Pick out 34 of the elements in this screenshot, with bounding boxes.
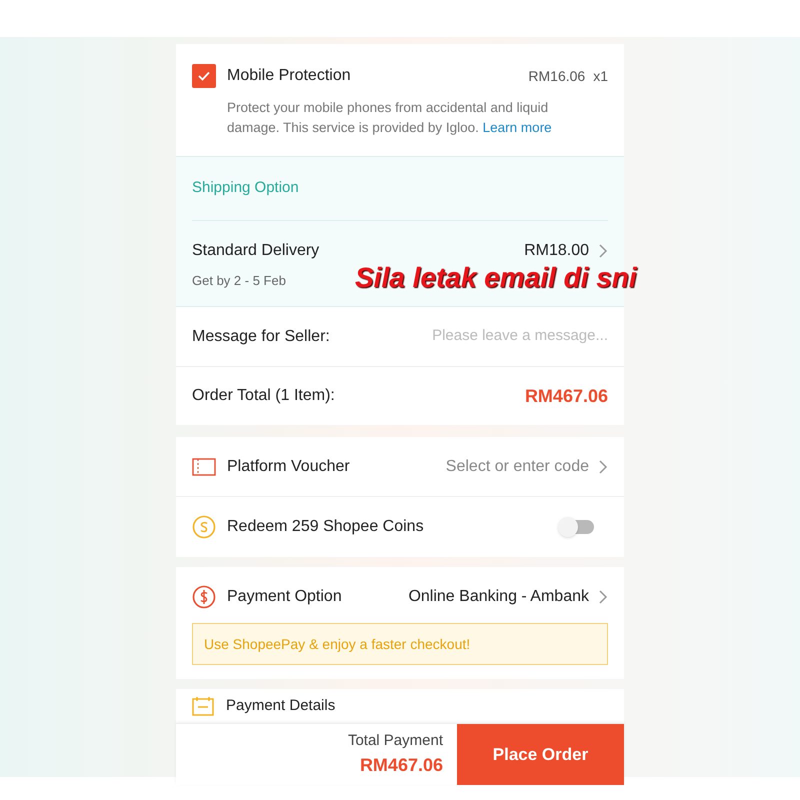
shipping-heading: Shipping Option — [192, 157, 608, 220]
shipping-method: Standard Delivery — [192, 240, 320, 260]
checkbox[interactable] — [192, 64, 216, 88]
ticket-icon — [192, 458, 216, 476]
total-payment-label: Total Payment — [348, 730, 443, 751]
protection-price: RM16.06 — [528, 66, 586, 86]
payment-label: Payment Option — [227, 587, 342, 607]
coin-icon — [192, 515, 216, 539]
delivery-estimate: Get by 2 - 5 Feb — [192, 272, 286, 290]
payment-details-label: Payment Details — [226, 696, 336, 716]
protection-title: Mobile Protection — [227, 66, 351, 86]
order-total-label: Order Total (1 Item): — [192, 386, 335, 406]
coins-label: Redeem 259 Shopee Coins — [227, 517, 424, 537]
message-label: Message for Seller: — [192, 326, 330, 346]
dollar-icon — [192, 585, 216, 609]
voucher-value[interactable]: Select or enter code — [446, 454, 589, 478]
protection-quantity: x1 — [593, 66, 608, 86]
order-total-value: RM467.06 — [524, 384, 608, 408]
total-payment-value: RM467.06 — [360, 754, 443, 778]
checkmark-icon — [198, 71, 210, 81]
place-order-button[interactable]: Place Order — [457, 724, 624, 785]
chevron-icon — [599, 460, 608, 474]
learn-more-link[interactable]: Learn more — [482, 120, 552, 135]
overlay-note: Sila letak email di sni — [355, 261, 637, 295]
coins-toggle[interactable] — [560, 520, 594, 534]
message-field[interactable]: Please leave a message... — [408, 325, 608, 348]
calendar-icon — [192, 696, 214, 716]
payment-value[interactable]: Online Banking - Ambank — [408, 585, 589, 609]
shopeepay-banner: Use ShopeePay & enjoy a faster checkout! — [192, 623, 608, 665]
chevron-icon — [599, 244, 608, 258]
protection-description: Protect your mobile phones from accidental and liquid damage. This service is provided by Igloo. Learn more — [227, 99, 553, 137]
shipping-price: RM18.00 — [524, 240, 589, 260]
voucher-label: Platform Voucher — [227, 456, 350, 476]
chevron-icon — [599, 590, 608, 604]
